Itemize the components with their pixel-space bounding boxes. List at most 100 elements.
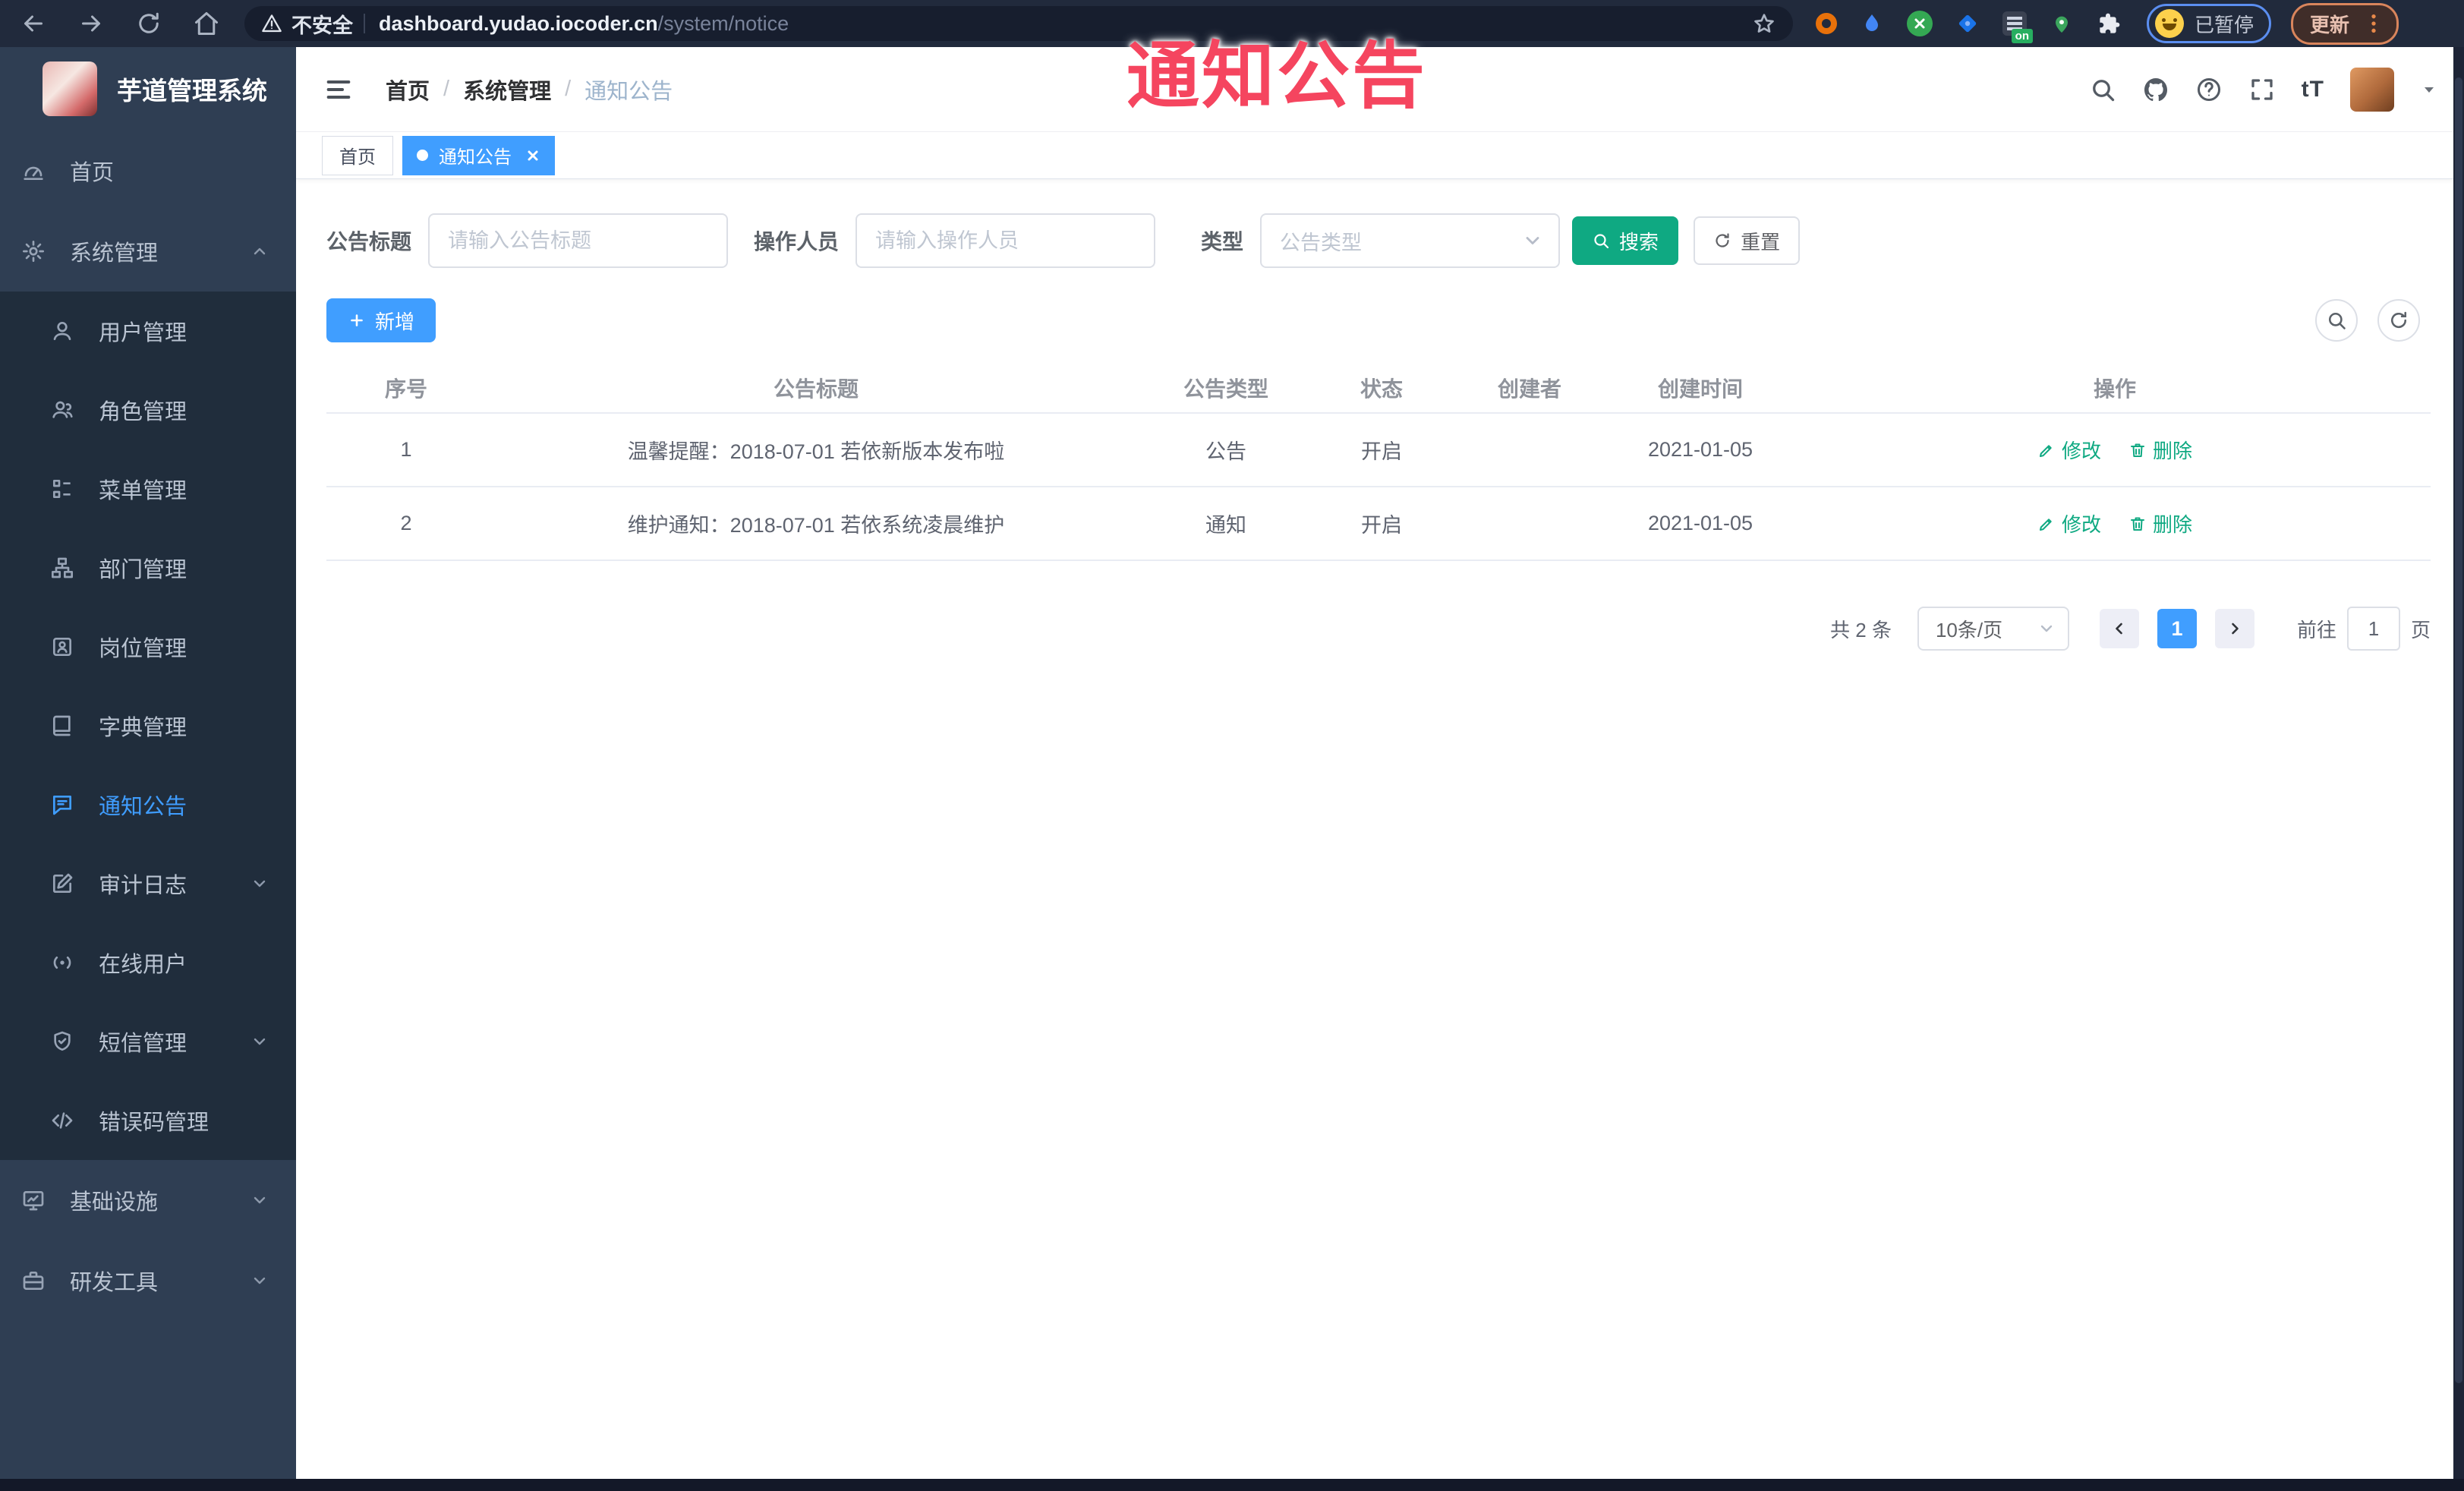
pencil-icon [2037, 515, 2056, 533]
sidebar-item-department-management[interactable]: 部门管理 [0, 528, 296, 607]
row-title: 温馨提醒：2018-07-01 若依新版本发布啦 [627, 440, 1005, 463]
extension-diamond-icon[interactable] [1955, 11, 1980, 36]
delete-button[interactable]: 删除 [2128, 436, 2192, 464]
bookmark-star-icon[interactable] [1752, 11, 1776, 36]
reload-icon[interactable] [135, 10, 162, 37]
table-tools [2315, 299, 2420, 342]
page-number-button[interactable]: 1 [2157, 609, 2197, 648]
main-area: 首页 / 系统管理 / 通知公告 tT 首页 通知公告 公告标题 请输入公告标题… [296, 47, 2453, 1479]
fullscreen-icon[interactable] [2248, 76, 2276, 103]
browser-profile-chip[interactable]: 已暂停 [2147, 4, 2272, 43]
search-filter-form: 公告标题 操作人员 类型 公告类型 搜索 重置 [326, 213, 2431, 268]
trash-icon [2128, 515, 2147, 533]
breadcrumb-home[interactable]: 首页 [386, 74, 430, 106]
sidebar-item-menu-management[interactable]: 菜单管理 [0, 449, 296, 528]
extension-green-circle-icon[interactable] [1907, 11, 1933, 36]
operator-input[interactable] [855, 213, 1156, 268]
refresh-icon [1713, 232, 1731, 250]
sidebar-item-dict-management[interactable]: 字典管理 [0, 686, 296, 765]
toggle-search-button[interactable] [2315, 299, 2358, 342]
sidebar-item-sms-management[interactable]: 短信管理 [0, 1002, 296, 1081]
breadcrumb-section[interactable]: 系统管理 [463, 74, 551, 106]
scrollbar-thumb[interactable] [2455, 77, 2462, 1383]
notice-title-label: 公告标题 [326, 230, 412, 254]
tags-view-bar: 首页 通知公告 [296, 132, 2453, 179]
home-icon[interactable] [193, 10, 220, 37]
github-icon[interactable] [2142, 76, 2169, 103]
operator-label: 操作人员 [754, 230, 840, 254]
plus-icon [348, 311, 366, 329]
sidebar-item-role-management[interactable]: 角色管理 [0, 370, 296, 449]
sidebar-item-infrastructure[interactable]: 基础设施 [0, 1160, 296, 1240]
breadcrumb-separator: / [443, 77, 450, 101]
extension-pin-icon[interactable] [2050, 11, 2074, 36]
page-scrollbar[interactable] [2453, 47, 2464, 1479]
address-bar[interactable]: 不安全 dashboard.yudao.iocoder.cn /system/n… [244, 6, 1793, 41]
window-bottom-edge [0, 1479, 2464, 1491]
delete-button[interactable]: 删除 [2128, 509, 2192, 537]
users-icon [50, 398, 74, 422]
notice-title-input[interactable] [428, 213, 729, 268]
row-index: 2 [400, 512, 412, 534]
sidebar-item-audit-log[interactable]: 审计日志 [0, 844, 296, 923]
edit-button[interactable]: 修改 [2037, 436, 2101, 464]
extension-list-icon[interactable]: on [2002, 11, 2033, 43]
not-secure-label[interactable]: 不安全 [291, 9, 353, 39]
monitor-icon [21, 1188, 46, 1212]
search-button[interactable]: 搜索 [1572, 216, 1679, 265]
caret-down-icon[interactable] [2420, 80, 2438, 99]
update-label: 更新 [2310, 13, 2350, 36]
sidebar-item-post-management[interactable]: 岗位管理 [0, 607, 296, 686]
page-size-select[interactable]: 10条/页 [1917, 607, 2069, 651]
help-icon[interactable] [2195, 76, 2223, 103]
col-header-status: 状态 [1360, 377, 1403, 401]
sidebar-item-home[interactable]: 首页 [0, 131, 296, 211]
hamburger-collapse-icon[interactable] [323, 74, 354, 105]
edit-button[interactable]: 修改 [2037, 509, 2101, 537]
browser-menu-dots-icon[interactable] [2362, 11, 2386, 36]
back-icon[interactable] [20, 10, 47, 37]
row-title: 维护通知：2018-07-01 若依系统凌晨维护 [627, 514, 1005, 537]
app-logo-row[interactable]: 芋道管理系统 [0, 47, 296, 131]
row-status: 开启 [1361, 440, 1402, 463]
extension-orange-ring-icon[interactable] [1816, 13, 1837, 34]
col-header-create-time: 创建时间 [1657, 377, 1743, 401]
user-avatar[interactable] [2350, 67, 2394, 112]
extensions-puzzle-icon[interactable] [2097, 11, 2121, 36]
profile-status-label: 已暂停 [2195, 13, 2254, 36]
row-type: 通知 [1205, 514, 1246, 537]
search-icon[interactable] [2089, 76, 2116, 103]
font-size-icon[interactable]: tT [2302, 77, 2324, 102]
sidebar-item-notice-announcement[interactable]: 通知公告 [0, 765, 296, 844]
next-page-button[interactable] [2214, 609, 2254, 648]
tab-notice-announcement[interactable]: 通知公告 [402, 135, 555, 175]
page-content: 公告标题 操作人员 类型 公告类型 搜索 重置 新增 [296, 179, 2453, 651]
refresh-table-button[interactable] [2377, 299, 2420, 342]
chevron-down-icon [1522, 230, 1543, 251]
tab-home[interactable]: 首页 [322, 135, 393, 175]
sidebar-item-dev-tools[interactable]: 研发工具 [0, 1240, 296, 1321]
browser-update-button[interactable]: 更新 [2291, 2, 2399, 45]
breadcrumb: 首页 / 系统管理 / 通知公告 [386, 74, 673, 106]
org-tree-icon [50, 556, 74, 580]
forward-icon[interactable] [77, 10, 105, 37]
extension-droplet-icon[interactable] [1860, 11, 1884, 36]
prev-page-button[interactable] [2099, 609, 2139, 648]
goto-page-input[interactable] [2346, 607, 2400, 651]
sidebar-item-user-management[interactable]: 用户管理 [0, 292, 296, 370]
sidebar-item-error-code-management[interactable]: 错误码管理 [0, 1081, 296, 1160]
notice-type-select[interactable]: 公告类型 [1260, 213, 1561, 268]
sidebar-item-online-users[interactable]: 在线用户 [0, 923, 296, 1002]
table-header-row: 序号 公告标题 公告类型 状态 创建者 创建时间 操作 [326, 364, 2431, 414]
code-tag-icon [50, 1108, 74, 1133]
goto-label: 前往 [2296, 618, 2336, 641]
add-notice-button[interactable]: 新增 [326, 298, 436, 342]
breadcrumb-separator: / [565, 77, 572, 101]
reset-button[interactable]: 重置 [1694, 216, 1801, 265]
sidebar-item-system-management[interactable]: 系统管理 [0, 211, 296, 292]
table-row: 2 维护通知：2018-07-01 若依系统凌晨维护 通知 开启 2021-01… [326, 487, 2431, 561]
close-tab-icon[interactable] [524, 147, 542, 165]
notice-table: 序号 公告标题 公告类型 状态 创建者 创建时间 操作 1 温馨提醒：2018-… [326, 364, 2431, 561]
search-icon [2326, 310, 2347, 331]
url-domain: dashboard.yudao.iocoder.cn [379, 11, 658, 35]
